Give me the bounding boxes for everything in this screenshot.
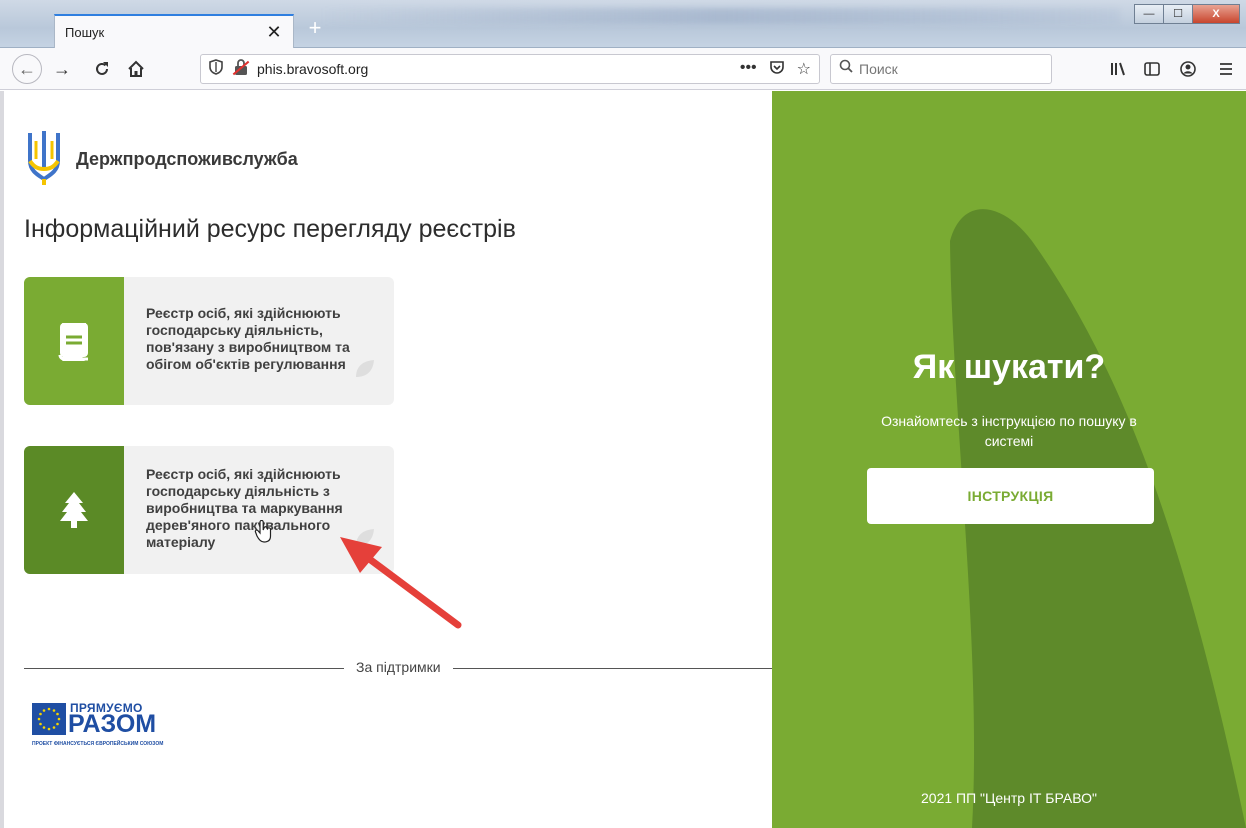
instruction-button[interactable]: ІНСТРУКЦІЯ (867, 468, 1154, 524)
window-controls: — ☐ X (1134, 4, 1240, 24)
insecure-lock-icon[interactable] (233, 58, 249, 80)
leaf-watermark-icon (356, 360, 374, 377)
hamburger-icon (1220, 63, 1232, 75)
tab-close-icon[interactable]: ✕ (265, 23, 283, 41)
menu-button[interactable] (1214, 57, 1238, 81)
copyright-footer: 2021 ПП "Центр ІТ БРАВО" (921, 790, 1097, 806)
card-icon-box (24, 446, 124, 574)
page-title: Інформаційний ресурс перегляду реєстрів (24, 215, 516, 243)
search-input[interactable] (859, 60, 1039, 78)
eu-partner-logo: ПРЯМУЄМО РАЗОМ ПРОЕКТ ФІНАНСУЄТЬСЯ ЄВРОП… (32, 697, 192, 757)
help-panel: Як шукати? Ознайомтесь з інструкцією по … (772, 91, 1246, 828)
maximize-button[interactable]: ☐ (1163, 4, 1193, 24)
reload-button[interactable] (90, 57, 114, 81)
hand-cursor-icon (254, 520, 272, 543)
sidebar-icon (1144, 62, 1160, 76)
account-icon (1180, 61, 1196, 77)
search-bar[interactable] (830, 54, 1052, 84)
pocket-icon[interactable] (769, 59, 785, 80)
url-actions: ••• ☆ (740, 59, 811, 80)
help-title: Як шукати? (912, 348, 1106, 386)
annotation-arrow (340, 537, 462, 629)
bookmark-star-icon[interactable]: ☆ (797, 59, 811, 80)
card-icon-box (24, 277, 124, 405)
eu-logo-caption: ПРОЕКТ ФІНАНСУЄТЬСЯ ЄВРОПЕЙСЬКИМ СОЮЗОМ (32, 741, 164, 747)
close-window-button[interactable]: X (1192, 4, 1240, 24)
sidebar-button[interactable] (1140, 57, 1164, 81)
main-content: Держпродспоживслужба Інформаційний ресур… (0, 91, 772, 828)
home-button[interactable] (124, 57, 148, 81)
forward-button[interactable]: → (50, 57, 74, 81)
registry-card-regulation[interactable]: Реєстр осіб, які здійснюють господарську… (24, 277, 394, 405)
background-window-strip (320, 8, 1120, 24)
url-bar[interactable]: phis.bravosoft.org ••• ☆ (200, 54, 820, 84)
panel-decorative-shape (950, 209, 1246, 828)
url-text[interactable]: phis.bravosoft.org (257, 61, 368, 77)
tree-icon (60, 492, 88, 528)
new-tab-button[interactable]: + (304, 17, 326, 40)
eu-logo-bottom: РАЗОМ (68, 710, 157, 738)
help-subtitle: Ознайомтесь з інструкцією по пошуку в си… (881, 413, 1137, 449)
browser-navbar: ← → phis.bravosoft.org ••• ☆ (0, 48, 1246, 90)
account-button[interactable] (1176, 57, 1200, 81)
eu-flag-icon (32, 703, 66, 735)
browser-titlebar: Пошук ✕ + — ☐ X (0, 0, 1246, 48)
back-button[interactable]: ← (12, 54, 42, 84)
search-icon (839, 59, 853, 77)
browser-tab[interactable]: Пошук ✕ (54, 14, 294, 48)
reload-icon (96, 62, 108, 75)
library-icon (1111, 62, 1125, 76)
brand-name: Держпродспоживслужба (76, 149, 298, 169)
minimize-button[interactable]: — (1134, 4, 1164, 24)
home-icon (128, 60, 144, 77)
support-label: За підтримки (344, 659, 453, 675)
library-button[interactable] (1106, 57, 1130, 81)
tab-title: Пошук (65, 24, 105, 40)
card-title: Реєстр осіб, які здійснюють господарську… (146, 305, 350, 372)
book-icon (58, 323, 88, 361)
page-actions-icon[interactable]: ••• (740, 59, 757, 80)
tracking-shield-icon[interactable] (209, 59, 223, 78)
trident-logo (28, 131, 60, 185)
